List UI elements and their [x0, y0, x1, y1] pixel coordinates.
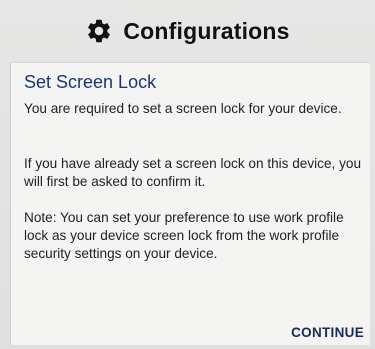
dialog-message-requirement: You are required to set a screen lock fo…	[24, 101, 342, 116]
page-title: Configurations	[123, 17, 290, 44]
screen: Configurations Set Screen Lock You are r…	[0, 0, 375, 349]
dialog-message-note: Note: You can set your preference to use…	[24, 210, 344, 261]
app-header: Configurations	[0, 0, 375, 62]
dialog-title: Set Screen Lock	[24, 72, 157, 92]
dialog-message-confirm: If you have already set a screen lock on…	[24, 156, 362, 189]
gear-icon	[85, 17, 113, 45]
screen-lock-dialog: Set Screen Lock You are required to set …	[10, 62, 370, 345]
continue-button[interactable]: CONTINUE	[291, 325, 364, 340]
